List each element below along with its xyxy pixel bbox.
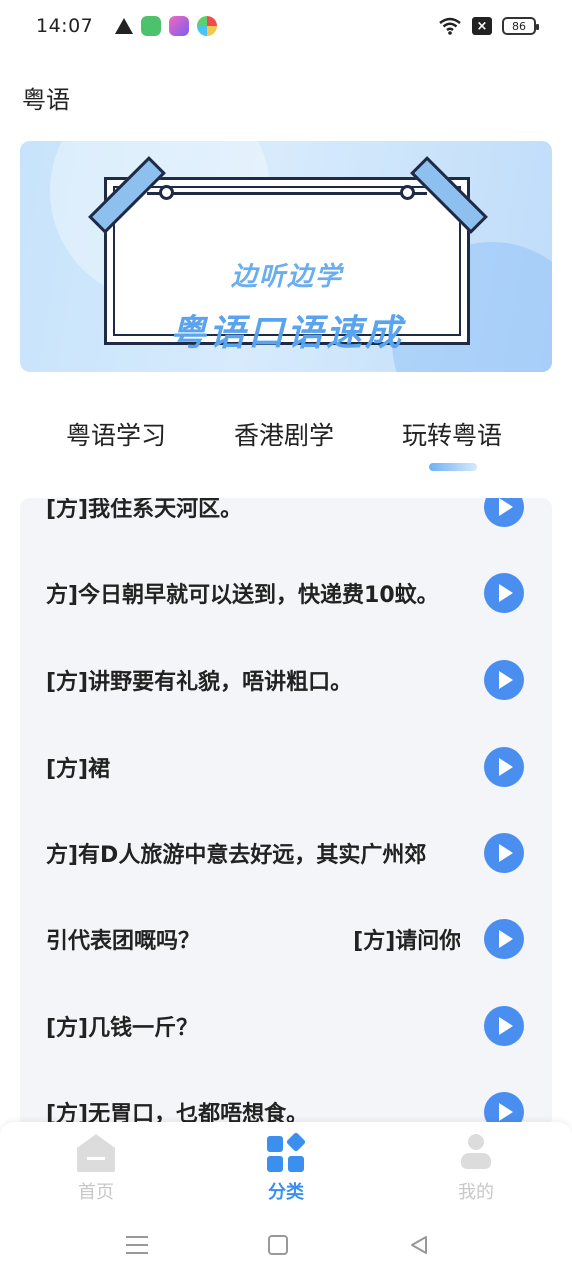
play-icon [499, 844, 513, 862]
system-status-icons: × 86 [438, 17, 539, 35]
nav-profile-label: 我的 [458, 1182, 494, 1203]
close-notification-icon: × [472, 17, 492, 35]
bottom-nav: 首页 分类 我的 [0, 1122, 572, 1214]
category-tabs: 粤语学习 香港剧学 玩转粤语 [0, 410, 572, 470]
home-icon [77, 1134, 115, 1172]
phrase-text: 方]有D人旅游中意去好远，其实广州郊 [46, 843, 427, 868]
wifi-icon [439, 17, 461, 35]
battery-icon: 86 [502, 17, 539, 35]
tab-cantonese-learning[interactable]: 粤语学习 [66, 416, 166, 452]
list-item[interactable]: [方]讲野要有礼貌，唔讲粗口。 [20, 637, 552, 723]
phrase-text: 引代表团嘅吗？ [方]请问你 [46, 929, 460, 954]
nav-home[interactable]: 首页 [56, 1134, 136, 1204]
nav-home-label: 首页 [78, 1182, 114, 1203]
play-icon [499, 671, 513, 689]
list-item[interactable]: [方]我住系天河区。 [20, 498, 552, 550]
nav-category-label: 分类 [268, 1182, 304, 1203]
system-nav-bar [0, 1214, 572, 1280]
play-icon [499, 1017, 513, 1035]
play-icon [499, 758, 513, 776]
banner-subtitle: 边听边学 [230, 262, 343, 292]
tab-hk-drama[interactable]: 香港剧学 [234, 416, 334, 452]
play-icon [499, 930, 513, 948]
play-button[interactable] [484, 660, 524, 700]
list-item[interactable]: [方]无胃口，乜都唔想食。 [20, 1069, 552, 1128]
home-square-icon[interactable] [268, 1235, 288, 1255]
play-button[interactable] [484, 498, 524, 527]
play-icon [499, 498, 513, 516]
banner-ring-right [400, 185, 415, 200]
banner-ring-left [159, 185, 174, 200]
play-button[interactable] [484, 573, 524, 613]
banner-title: 粤语口语速成 [169, 313, 404, 354]
play-button[interactable] [484, 747, 524, 787]
status-time: 14:07 [36, 15, 94, 37]
warning-icon [115, 18, 134, 34]
list-item[interactable]: 方]今日朝早就可以送到，快递费10蚊。 [20, 550, 552, 636]
profile-icon [457, 1134, 495, 1172]
phrase-text: [方]几钱一斤？ [46, 1016, 199, 1041]
play-icon [499, 1103, 513, 1121]
phrase-text: [方]我住系天河区。 [46, 498, 243, 522]
play-button[interactable] [484, 919, 524, 959]
list-item[interactable]: 引代表团嘅吗？ [方]请问你 [20, 896, 552, 982]
app-notification-icon [197, 16, 218, 36]
play-button[interactable] [484, 833, 524, 873]
phrase-text: [方]裙 [46, 757, 111, 782]
banner-card: 边听边学 粤语口语速成 [104, 177, 470, 354]
active-tab-indicator [429, 463, 477, 471]
nav-profile[interactable]: 我的 [436, 1134, 516, 1204]
list-item[interactable]: 方]有D人旅游中意去好远，其实广州郊 [20, 810, 552, 896]
page-title: 粤语 [22, 86, 70, 114]
banner-rail [147, 192, 427, 195]
app-notification-icon [169, 16, 190, 36]
app-notification-icon [141, 16, 162, 36]
notification-icons [115, 16, 218, 36]
play-button[interactable] [484, 1006, 524, 1046]
phrase-text: 方]今日朝早就可以送到，快递费10蚊。 [46, 583, 439, 608]
list-item[interactable]: [方]几钱一斤？ [20, 983, 552, 1069]
menu-icon[interactable] [126, 1236, 148, 1254]
nav-category[interactable]: 分类 [246, 1131, 326, 1204]
status-bar: 14:07 × 86 [0, 0, 572, 52]
phrase-text: [方]讲野要有礼貌，唔讲粗口。 [46, 670, 353, 695]
list-item[interactable]: [方]裙 [20, 724, 552, 810]
back-icon[interactable] [408, 1234, 430, 1256]
promo-banner[interactable]: 边听边学 粤语口语速成 [20, 141, 552, 372]
category-icon [267, 1131, 307, 1172]
phrase-list[interactable]: [方]我住系天河区。 方]今日朝早就可以送到，快递费10蚊。 [方]讲野要有礼貌… [20, 498, 552, 1128]
play-icon [499, 584, 513, 602]
tab-fun-cantonese[interactable]: 玩转粤语 [402, 416, 502, 452]
